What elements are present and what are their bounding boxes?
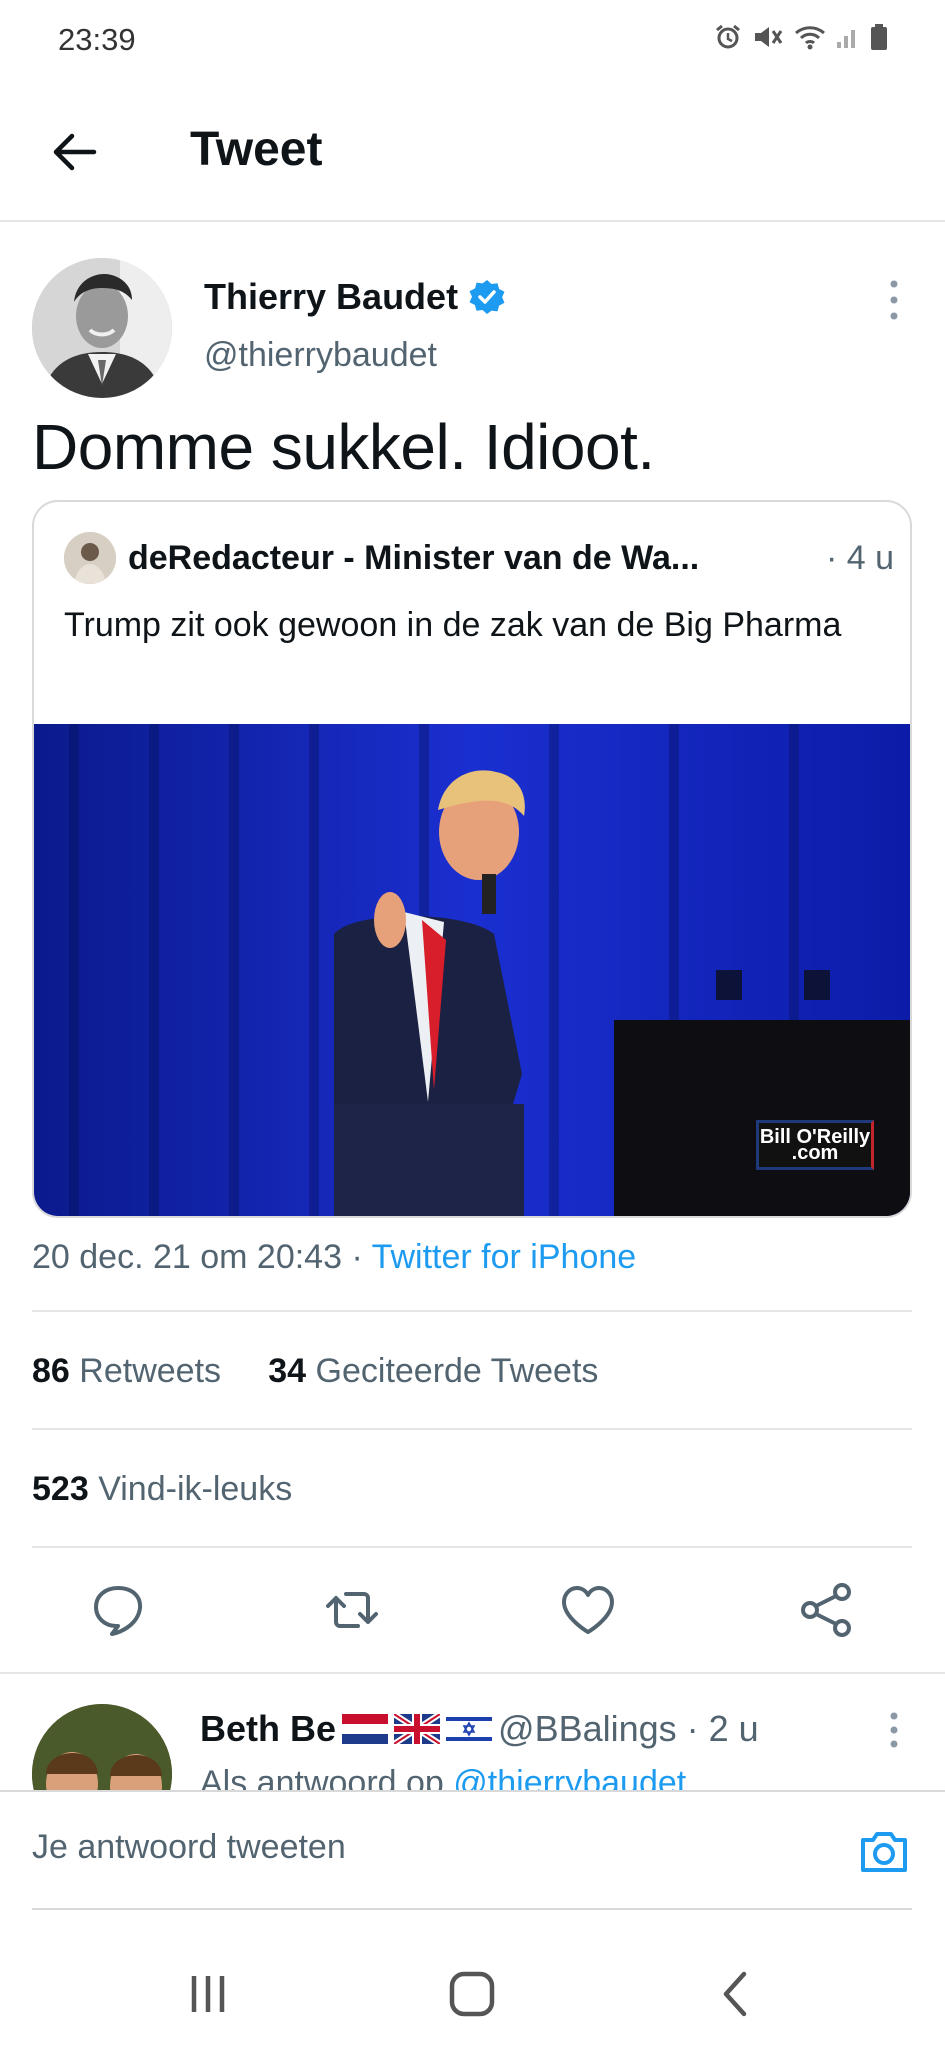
more-vertical-icon[interactable] <box>884 1710 904 1750</box>
tweet-author: Thierry Baudet @thierrybaudet <box>32 258 912 398</box>
author-name-row: Thierry Baudet <box>204 276 506 318</box>
flag-il-icon <box>446 1714 493 1744</box>
recent-apps-icon[interactable] <box>180 1968 236 2020</box>
quoted-tweet-image[interactable]: Bill O'Reilly .com <box>34 724 910 1216</box>
like-icon[interactable] <box>558 1580 618 1640</box>
retweets-stat[interactable]: 86 Retweets <box>32 1352 221 1390</box>
retweets-count: 86 <box>32 1352 70 1390</box>
reply-avatar[interactable] <box>32 1704 172 1790</box>
top-app-bar: Tweet <box>0 100 945 222</box>
video-watermark: Bill O'Reilly .com <box>756 1120 874 1170</box>
retweet-icon[interactable] <box>322 1580 382 1640</box>
reply-header: Beth Be @BBalings · 2 u <box>200 1708 759 1750</box>
reply-context-link[interactable]: @thierrybaudet <box>453 1764 686 1790</box>
quoted-time: · 4 u <box>825 538 894 577</box>
share-icon[interactable] <box>796 1580 856 1640</box>
divider <box>0 1672 945 1674</box>
camera-icon[interactable] <box>855 1822 913 1880</box>
wifi-icon <box>795 26 825 50</box>
quoted-tweet-header: deRedacteur - Minister van de Wa... · 4 … <box>64 532 894 584</box>
back-nav-icon[interactable] <box>710 1968 766 2020</box>
quoted-tweet[interactable]: deRedacteur - Minister van de Wa... · 4 … <box>32 500 912 1218</box>
status-time: 23:39 <box>58 22 136 57</box>
author-name[interactable]: Thierry Baudet <box>204 276 458 318</box>
likes-count: 523 <box>32 1470 89 1508</box>
author-avatar-image <box>32 258 172 398</box>
author-avatar[interactable] <box>32 258 172 398</box>
quoted-tweet-text: Trump zit ook gewoon in de zak van de Bi… <box>64 606 842 644</box>
divider <box>32 1310 912 1312</box>
back-button[interactable] <box>44 122 104 182</box>
divider <box>32 1908 912 1910</box>
signal-icon <box>837 30 855 48</box>
verified-icon <box>469 280 505 314</box>
status-bar: 23:39 <box>0 0 945 80</box>
tweet-source-link[interactable]: Twitter for iPhone <box>372 1238 637 1276</box>
system-nav-bar <box>0 1940 945 2048</box>
quoted-author-avatar <box>64 532 116 584</box>
reply-composer <box>0 1790 945 1910</box>
reply-author-handle[interactable]: @BBalings · 2 u <box>498 1708 759 1750</box>
retweets-label: Retweets <box>79 1352 222 1390</box>
quotes-count: 34 <box>268 1352 307 1390</box>
reply-tweet[interactable]: Beth Be @BBalings · 2 u Als antwoord op … <box>32 1704 912 1790</box>
tweet-timestamp: 20 dec. 21 om 20:43 · <box>32 1238 372 1276</box>
reply-author-name[interactable]: Beth Be <box>200 1708 336 1750</box>
battery-icon <box>871 24 887 50</box>
flag-nl-icon <box>342 1714 389 1744</box>
reply-input[interactable] <box>32 1828 812 1867</box>
more-vertical-icon[interactable] <box>884 278 904 322</box>
page-title: Tweet <box>190 123 323 176</box>
tweet-text: Domme sukkel. Idioot. <box>32 411 655 483</box>
tweet-meta: 20 dec. 21 om 20:43 · Twitter for iPhone <box>32 1238 636 1277</box>
divider <box>32 1546 912 1548</box>
home-icon[interactable] <box>444 1968 500 2020</box>
reply-context: Als antwoord op @thierrybaudet <box>200 1764 686 1790</box>
quoted-author-name: deRedacteur - Minister van de Wa... <box>128 538 700 577</box>
divider <box>32 1428 912 1430</box>
mute-icon <box>755 27 783 47</box>
arrow-left-icon <box>53 133 97 171</box>
likes-label: Vind-ik-leuks <box>98 1470 293 1508</box>
quotes-stat[interactable]: 34 Geciteerde Tweets <box>268 1352 598 1390</box>
like-stats[interactable]: 523 Vind-ik-leuks <box>32 1470 292 1509</box>
reply-icon[interactable] <box>88 1580 148 1640</box>
quotes-label: Geciteerde Tweets <box>315 1352 599 1390</box>
reply-context-prefix: Als antwoord op <box>200 1764 454 1790</box>
tweet-actions <box>0 1580 945 1646</box>
author-handle[interactable]: @thierrybaudet <box>204 336 437 375</box>
status-icons <box>713 22 889 52</box>
flag-uk-icon <box>394 1714 441 1744</box>
alarm-icon <box>716 24 740 49</box>
retweet-stats: 86 Retweets 34 Geciteerde Tweets <box>32 1352 598 1391</box>
